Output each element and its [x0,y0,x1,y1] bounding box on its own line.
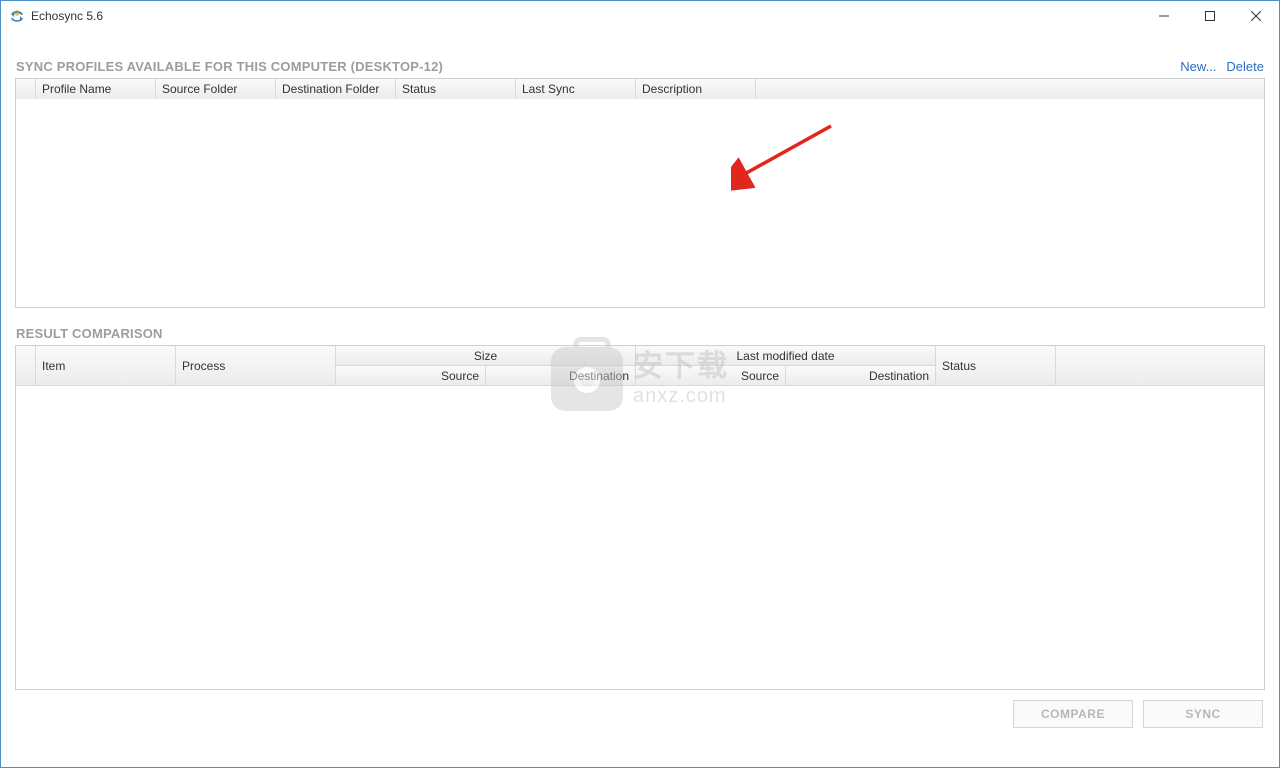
maximize-button[interactable] [1187,1,1233,31]
col-description[interactable]: Description [636,79,756,99]
results-header-row: RESULT COMPARISON [16,326,1264,341]
minimize-button[interactable] [1141,1,1187,31]
window-controls [1141,1,1279,31]
new-profile-link[interactable]: New... [1180,59,1216,74]
col-status[interactable]: Status [396,79,516,99]
compare-button[interactable]: COMPARE [1013,700,1133,728]
profiles-header-links: New... Delete [1180,59,1264,74]
rcol-date-destination[interactable]: Destination [786,366,936,386]
profiles-grid-body[interactable] [16,99,1264,307]
col-last-sync[interactable]: Last Sync [516,79,636,99]
rcol-process[interactable]: Process [176,346,336,386]
col-filler [756,79,1264,99]
rcol-corner[interactable] [16,346,36,386]
rcol-size-source[interactable]: Source [336,366,486,386]
rcol-item[interactable]: Item [36,346,176,386]
col-profile-name[interactable]: Profile Name [36,79,156,99]
results-grid[interactable]: Item Process Size Source Destination Las… [15,345,1265,690]
delete-profile-link[interactable]: Delete [1226,59,1264,74]
rcol-size-destination[interactable]: Destination [486,366,636,386]
close-button[interactable] [1233,1,1279,31]
col-source-folder[interactable]: Source Folder [156,79,276,99]
results-columns: Item Process Size Source Destination Las… [16,346,1264,386]
sync-button[interactable]: SYNC [1143,700,1263,728]
profiles-columns-row: Profile Name Source Folder Destination F… [16,79,1264,99]
results-grid-body[interactable] [16,386,1264,689]
col-corner[interactable] [16,79,36,99]
app-icon [9,8,25,24]
rcol-date-group[interactable]: Last modified date [636,346,936,366]
profiles-header-row: SYNC PROFILES AVAILABLE FOR THIS COMPUTE… [16,59,1264,74]
results-section-title: RESULT COMPARISON [16,326,163,341]
app-window: Echosync 5.6 SYNC PROFILES AVAILABLE FOR… [0,0,1280,768]
content-area: SYNC PROFILES AVAILABLE FOR THIS COMPUTE… [1,31,1279,767]
rcol-date-source[interactable]: Source [636,366,786,386]
footer-actions: COMPARE SYNC [15,690,1265,728]
titlebar: Echosync 5.6 [1,1,1279,31]
rcol-filler [1056,346,1264,386]
profiles-grid[interactable]: Profile Name Source Folder Destination F… [15,78,1265,308]
col-destination-folder[interactable]: Destination Folder [276,79,396,99]
window-title: Echosync 5.6 [31,9,103,23]
rcol-status[interactable]: Status [936,346,1056,386]
rcol-size-group[interactable]: Size [336,346,636,366]
profiles-section-title: SYNC PROFILES AVAILABLE FOR THIS COMPUTE… [16,59,443,74]
